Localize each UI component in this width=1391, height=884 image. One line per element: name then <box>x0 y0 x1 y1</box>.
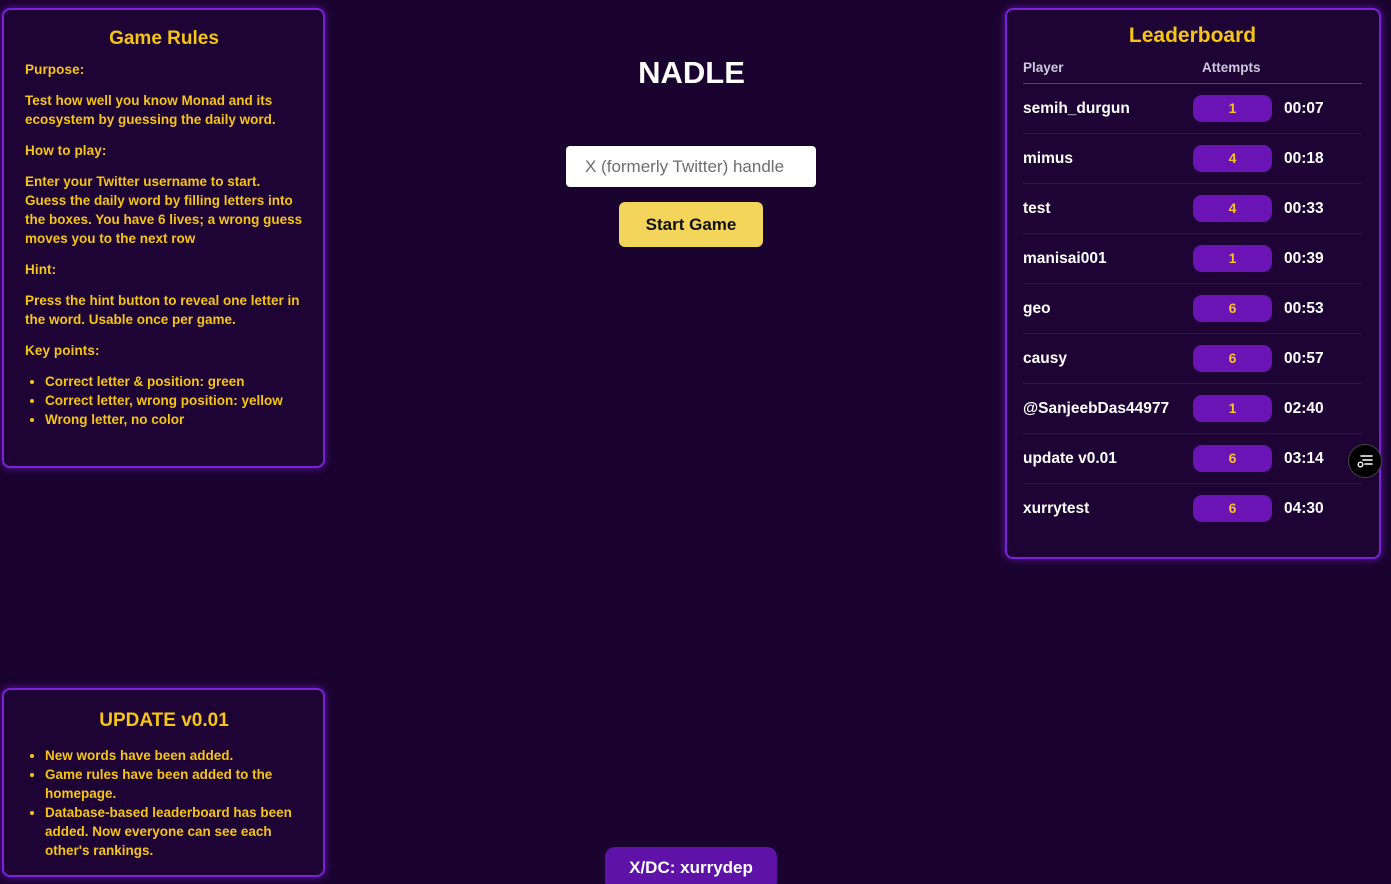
player-name: update v0.01 <box>1023 449 1117 467</box>
leaderboard-row: test 4 00:33 <box>1023 184 1362 234</box>
start-game-button[interactable]: Start Game <box>619 202 763 247</box>
player-name: manisai001 <box>1023 249 1107 267</box>
leaderboard-row: mimus 4 00:18 <box>1023 134 1362 184</box>
leaderboard-header: Player Attempts <box>1023 60 1362 84</box>
time-value: 00:33 <box>1284 199 1324 217</box>
key-points-list: Correct letter & position: green Correct… <box>25 372 303 429</box>
leaderboard-row: semih_durgun 1 00:07 <box>1023 84 1362 134</box>
game-rules-title: Game Rules <box>109 28 219 49</box>
time-value: 00:57 <box>1284 349 1324 367</box>
time-value: 00:07 <box>1284 99 1324 117</box>
column-header-player: Player <box>1023 60 1064 75</box>
leaderboard-row: update v0.01 6 03:14 <box>1023 434 1362 484</box>
attempts-badge: 1 <box>1193 245 1272 272</box>
leaderboard-rows: semih_durgun 1 00:07 mimus 4 00:18 test … <box>1023 84 1362 533</box>
attempts-badge: 4 <box>1193 145 1272 172</box>
leaderboard-panel: Leaderboard Player Attempts semih_durgun… <box>1005 8 1381 559</box>
purpose-text: Test how well you know Monad and its eco… <box>25 93 276 127</box>
leaderboard-row: xurrytest 6 04:30 <box>1023 484 1362 533</box>
leaderboard-row: manisai001 1 00:39 <box>1023 234 1362 284</box>
player-name: geo <box>1023 299 1051 317</box>
player-name: semih_durgun <box>1023 99 1130 117</box>
player-name: test <box>1023 199 1051 217</box>
player-name: mimus <box>1023 149 1073 167</box>
player-name: @SanjeebDas44977 <box>1023 399 1170 417</box>
key-point-item: Correct letter, wrong position: yellow <box>45 391 303 410</box>
time-value: 00:18 <box>1284 149 1324 167</box>
filter-settings-icon <box>1357 455 1373 468</box>
update-item: Database-based leaderboard has been adde… <box>45 803 303 860</box>
key-points-heading: Key points: <box>25 343 100 358</box>
attempts-badge: 6 <box>1193 295 1272 322</box>
attempts-badge: 1 <box>1193 95 1272 122</box>
leaderboard-row: @SanjeebDas44977 1 02:40 <box>1023 384 1362 434</box>
leaderboard-row: causy 6 00:57 <box>1023 334 1362 384</box>
time-value: 00:53 <box>1284 299 1324 317</box>
attempts-badge: 6 <box>1193 445 1272 472</box>
update-item: Game rules have been added to the homepa… <box>45 765 303 803</box>
time-value: 04:30 <box>1284 499 1324 517</box>
attempts-badge: 6 <box>1193 345 1272 372</box>
filter-settings-button[interactable] <box>1348 444 1382 478</box>
column-header-attempts: Attempts <box>1202 60 1261 75</box>
hint-text: Press the hint button to reveal one lett… <box>25 293 300 327</box>
leaderboard-row: geo 6 00:53 <box>1023 284 1362 334</box>
credit-badge: X/DC: xurrydep <box>605 847 777 884</box>
update-panel: UPDATE v0.01 New words have been added. … <box>2 688 325 877</box>
time-value: 02:40 <box>1284 399 1324 417</box>
attempts-badge: 4 <box>1193 195 1272 222</box>
twitter-handle-input[interactable] <box>566 146 816 187</box>
how-to-play-text: Enter your Twitter username to start. Gu… <box>25 174 303 246</box>
hint-heading: Hint: <box>25 262 57 277</box>
time-value: 03:14 <box>1284 449 1324 467</box>
time-value: 00:39 <box>1284 249 1324 267</box>
player-name: causy <box>1023 349 1067 367</box>
key-point-item: Correct letter & position: green <box>45 372 303 391</box>
update-item: New words have been added. <box>45 746 303 765</box>
update-title: UPDATE v0.01 <box>99 710 229 731</box>
attempts-badge: 6 <box>1193 495 1272 522</box>
player-name: xurrytest <box>1023 499 1090 517</box>
update-list: New words have been added. Game rules ha… <box>25 746 303 860</box>
leaderboard-title: Leaderboard <box>1128 24 1257 47</box>
how-to-play-heading: How to play: <box>25 143 107 158</box>
attempts-badge: 1 <box>1193 395 1272 422</box>
key-point-item: Wrong letter, no color <box>45 410 303 429</box>
